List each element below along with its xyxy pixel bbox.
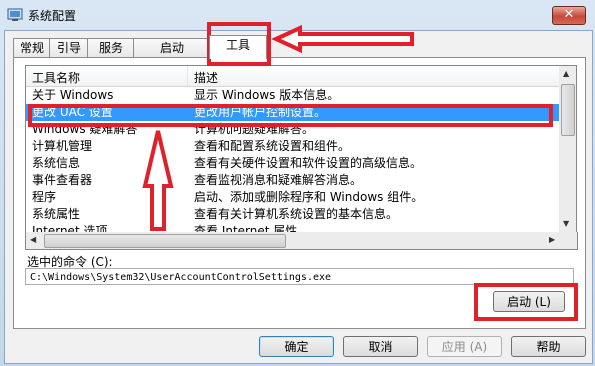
up-arrow-icon [142, 130, 174, 231]
tab-label: 工具 [225, 38, 250, 52]
annotation-arrows [142, 24, 414, 231]
left-arrow-icon [271, 24, 414, 54]
system-config-window: 系统配置 ✕ 常规 引导 服务 启动 工具 工具名称 描述 关于 Windows… [0, 0, 595, 366]
tab-tools[interactable]: 工具 [209, 35, 267, 59]
